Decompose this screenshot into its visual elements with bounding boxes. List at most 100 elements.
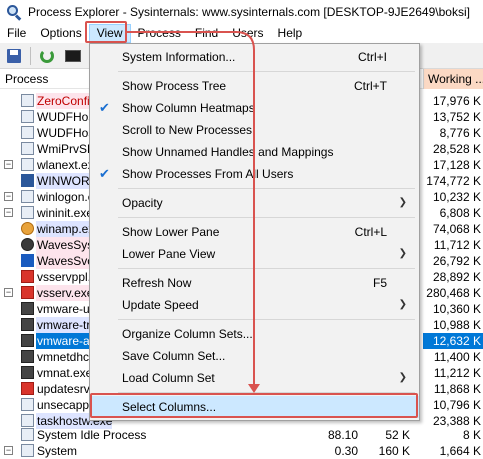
- menu-item-label: Load Column Set: [122, 371, 215, 385]
- menu-item-label: System Information...: [122, 50, 236, 64]
- process-icon: [21, 444, 34, 457]
- menu-separator: [118, 217, 415, 218]
- view-menu-annotation-box: [85, 21, 127, 43]
- menu-item-label: Lower Pane View: [122, 247, 216, 261]
- menu-users[interactable]: Users: [225, 24, 270, 43]
- working-set-value: 17,976 K: [432, 94, 481, 108]
- working-set-value: 12,632 K: [423, 333, 483, 349]
- menu-item-label: Show Lower Pane: [122, 225, 220, 239]
- menu-help[interactable]: Help: [271, 24, 310, 43]
- collapse-icon[interactable]: −: [4, 446, 13, 455]
- private-bytes-value: 160 K: [378, 444, 410, 458]
- menu-opacity[interactable]: Opacity ❯: [90, 192, 419, 214]
- working-set-value: 11,712 K: [433, 238, 481, 252]
- menu-system-information[interactable]: System Information... Ctrl+I: [90, 46, 419, 68]
- menu-separator: [118, 71, 415, 72]
- cpu-value: 0.30: [334, 444, 358, 458]
- working-set-value: 6,808 K: [439, 206, 481, 220]
- working-set-value: 11,868 K: [433, 382, 481, 396]
- menu-load-column-set[interactable]: Load Column Set ❯: [90, 367, 419, 389]
- checkmark-icon: ✔: [99, 100, 110, 115]
- process-icon: [21, 142, 34, 155]
- working-set-value: 11,212 K: [433, 366, 481, 380]
- working-set-value: 10,232 K: [432, 190, 481, 204]
- working-set-value: 13,752 K: [432, 110, 481, 124]
- bitdefender-icon: [21, 286, 34, 299]
- window-title: Process Explorer - Sysinternals: www.sys…: [28, 5, 470, 19]
- process-name: ZeroConfig: [36, 93, 97, 109]
- view-menu-dropdown: System Information... Ctrl+I Show Proces…: [89, 43, 420, 421]
- menu-update-speed[interactable]: Update Speed ❯: [90, 294, 419, 316]
- table-row[interactable]: System Idle Process 88.10 52 K 8 K: [0, 427, 483, 443]
- menu-save-column-set[interactable]: Save Column Set...: [90, 345, 419, 367]
- menu-item-label: Save Column Set...: [122, 349, 226, 363]
- menu-organize-column-sets[interactable]: Organize Column Sets...: [90, 323, 419, 345]
- process-name: vmnat.exe: [37, 366, 93, 380]
- collapse-icon[interactable]: −: [4, 160, 13, 169]
- collapse-icon[interactable]: −: [4, 192, 13, 201]
- cpu-value: 88.10: [327, 428, 358, 442]
- process-icon: [21, 126, 34, 139]
- working-set-value: 28,892 K: [432, 270, 481, 284]
- working-set-value: 280,468 K: [426, 286, 481, 300]
- winamp-icon: [21, 222, 34, 235]
- process-name: vmware-tra: [36, 317, 98, 333]
- process-icon: [21, 94, 34, 107]
- process-icon: [21, 428, 34, 441]
- process-name: System: [37, 444, 78, 458]
- menu-item-shortcut: Ctrl+T: [354, 79, 387, 93]
- process-name: wininit.exe: [37, 206, 94, 220]
- process-name: WavesSys: [36, 237, 94, 253]
- menu-item-label: Show Process Tree: [122, 79, 227, 93]
- toolbar-separator: [30, 47, 31, 65]
- bitdefender-icon: [21, 270, 34, 283]
- menu-file[interactable]: File: [0, 24, 33, 43]
- system-info-icon[interactable]: [64, 47, 82, 65]
- column-process[interactable]: Process: [5, 72, 48, 86]
- vmware-icon: [21, 350, 34, 363]
- collapse-icon[interactable]: −: [4, 208, 13, 217]
- submenu-arrow-icon: ❯: [398, 248, 407, 259]
- process-name: WmiPrvSE: [37, 142, 95, 156]
- menu-lower-pane-view[interactable]: Lower Pane View ❯: [90, 243, 419, 265]
- private-bytes-value: 52 K: [385, 428, 410, 442]
- process-icon: [21, 158, 34, 171]
- waves-icon: [21, 238, 34, 251]
- vmware-icon: [21, 318, 34, 331]
- menu-show-process-tree[interactable]: Show Process Tree Ctrl+T: [90, 75, 419, 97]
- process-name: WavesSvc: [36, 253, 94, 269]
- submenu-arrow-icon: ❯: [398, 299, 407, 310]
- menu-item-label: Show Column Heatmaps: [122, 101, 255, 115]
- working-set-value: 28,528 K: [432, 142, 481, 156]
- working-set-value: 11,400 K: [433, 350, 481, 364]
- menu-separator: [118, 319, 415, 320]
- menu-scroll-to-new-processes[interactable]: Scroll to New Processes: [90, 119, 419, 141]
- menu-bar: File Options View Process Find Users Hel…: [0, 24, 483, 43]
- working-set-value: 17,128 K: [432, 158, 481, 172]
- menu-find[interactable]: Find: [188, 24, 225, 43]
- menu-show-unnamed-handles[interactable]: Show Unnamed Handles and Mappings: [90, 141, 419, 163]
- menu-options[interactable]: Options: [33, 24, 88, 43]
- menu-show-column-heatmaps[interactable]: ✔ Show Column Heatmaps: [90, 97, 419, 119]
- vmware-icon: [21, 334, 34, 347]
- process-icon: [21, 414, 34, 427]
- menu-refresh-now[interactable]: Refresh Now F5: [90, 272, 419, 294]
- collapse-icon[interactable]: −: [4, 288, 13, 297]
- menu-item-label: Show Unnamed Handles and Mappings: [122, 145, 334, 159]
- menu-process[interactable]: Process: [131, 24, 188, 43]
- save-icon[interactable]: [5, 47, 23, 65]
- table-row[interactable]: − System 0.30 160 K 1,664 K: [0, 443, 483, 459]
- submenu-arrow-icon: ❯: [398, 372, 407, 383]
- process-name: vsserv.exe: [36, 285, 94, 301]
- menu-item-shortcut: Ctrl+I: [357, 50, 387, 64]
- bitdefender-icon: [21, 382, 34, 395]
- menu-item-label: Scroll to New Processes: [122, 123, 253, 137]
- working-set-value: 8,776 K: [439, 126, 481, 140]
- process-name: WUDFHos: [37, 126, 95, 140]
- menu-show-processes-all-users[interactable]: ✔ Show Processes From All Users: [90, 163, 419, 185]
- column-working-set[interactable]: Working ...: [423, 69, 483, 89]
- menu-show-lower-pane[interactable]: Show Lower Pane Ctrl+L: [90, 221, 419, 243]
- working-set-value: 174,772 K: [426, 174, 481, 188]
- working-set-value: 10,796 K: [432, 398, 481, 412]
- refresh-icon[interactable]: [38, 47, 56, 65]
